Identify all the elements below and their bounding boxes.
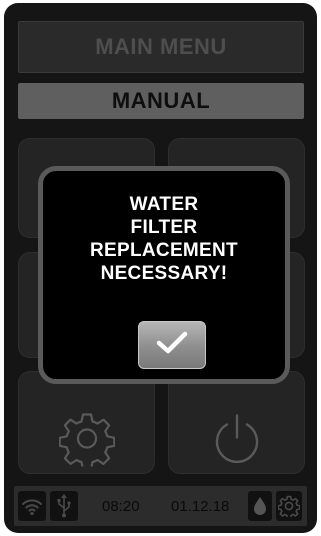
dialog-message-line: FILTER <box>130 217 198 238</box>
mode-label: MANUAL <box>111 88 211 113</box>
dialog-message-line: REPLACEMENT <box>90 240 238 261</box>
checkmark-icon <box>155 330 189 361</box>
dialog-message-line: WATER <box>129 194 199 215</box>
usb-icon[interactable] <box>50 491 78 521</box>
tile-power[interactable] <box>168 371 305 474</box>
gear-icon <box>58 410 115 471</box>
status-time: 08:20 <box>102 497 140 515</box>
dialog-message: WATER FILTER REPLACEMENT NECESSARY! <box>43 193 285 285</box>
dialog-message-line: NECESSARY! <box>100 263 228 284</box>
wifi-icon[interactable] <box>18 491 46 521</box>
mode-indicator: MANUAL <box>18 83 304 119</box>
main-menu-header[interactable]: MAIN MENU <box>18 21 304 73</box>
filter-warning-dialog: WATER FILTER REPLACEMENT NECESSARY! <box>38 166 290 384</box>
status-bar: 08:20 01.12.18 <box>14 486 307 526</box>
settings-gear-icon[interactable] <box>276 491 302 521</box>
status-date: 01.12.18 <box>171 497 230 515</box>
header-title: MAIN MENU <box>95 34 227 59</box>
tile-settings[interactable] <box>18 371 155 474</box>
device-screen: MAIN MENU MANUAL 08:20 01.12.18 WATER FI… <box>4 3 317 533</box>
water-drop-icon[interactable] <box>248 491 272 521</box>
power-icon <box>210 411 264 470</box>
confirm-button[interactable] <box>138 321 206 369</box>
